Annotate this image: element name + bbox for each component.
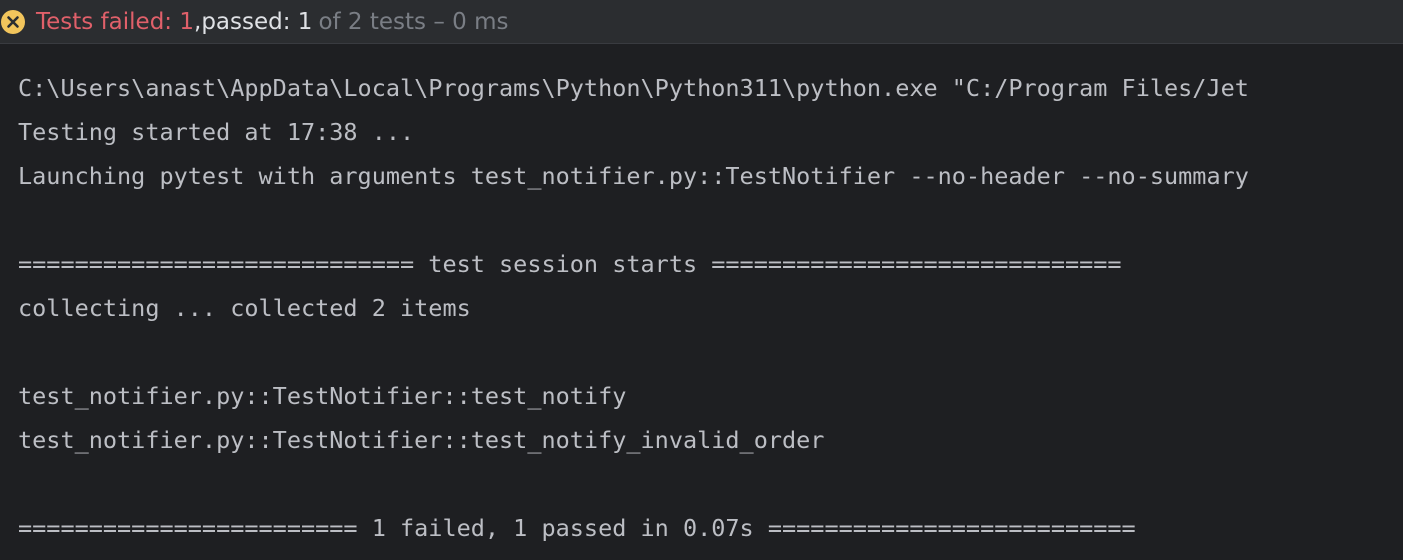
console-line: C:\Users\anast\AppData\Local\Programs\Py… (18, 74, 1249, 102)
console-line: Launching pytest with arguments test_not… (18, 162, 1249, 190)
test-status-bar: Tests failed: 1 , passed: 1 of 2 tests –… (0, 0, 1403, 44)
error-circle-icon[interactable] (0, 9, 26, 35)
tests-failed-label: Tests failed: 1 (36, 8, 195, 35)
status-separator: , (194, 8, 202, 35)
console-line: ======================== 1 failed, 1 pas… (18, 514, 1136, 542)
console-line: test_notifier.py::TestNotifier::test_not… (18, 426, 825, 454)
tests-passed-label: passed: 1 (201, 8, 313, 35)
console-line: test_notifier.py::TestNotifier::test_not… (18, 382, 627, 410)
tests-total-label: of 2 tests – 0 ms (318, 8, 509, 35)
console-line: collecting ... collected 2 items (18, 294, 471, 322)
test-runner-panel: Tests failed: 1 , passed: 1 of 2 tests –… (0, 0, 1403, 560)
console-line: ============================ test sessio… (18, 250, 1122, 278)
console-line: Testing started at 17:38 ... (18, 118, 415, 146)
console-output[interactable]: C:\Users\anast\AppData\Local\Programs\Py… (18, 66, 1403, 550)
